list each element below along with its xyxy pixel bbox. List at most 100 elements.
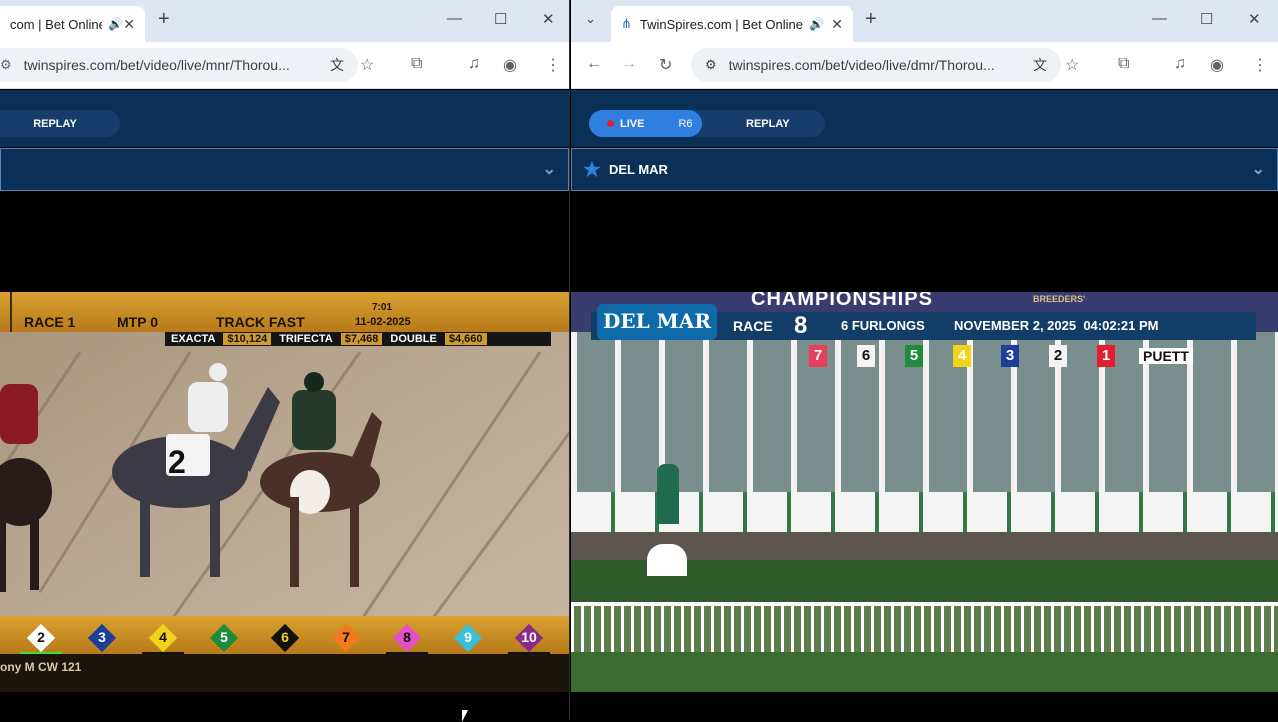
infield-grass	[571, 652, 1278, 692]
program-number-label: 5	[220, 629, 228, 645]
program-number-9: 93	[453, 623, 483, 666]
translate-icon[interactable]: 文	[1033, 55, 1047, 75]
program-number-label: 3	[98, 629, 106, 645]
jockey-2	[188, 363, 228, 432]
url-text: twinspires.com/bet/video/live/dmr/Thorou…	[728, 57, 995, 73]
menu-icon[interactable]: ⋮	[1252, 55, 1268, 75]
replay-button[interactable]: REPLAY	[746, 118, 790, 130]
left-browser-window: com | Bet Online 🔊 ✕ + — ☐ ✕ ⚙ twinspire…	[0, 0, 570, 720]
right-browser-window: ⌄ ⋔ TwinSpires.com | Bet Online 🔊 ✕ + — …	[571, 0, 1278, 720]
media-control-icon[interactable]: ♫	[468, 55, 480, 73]
program-number-8: 8SCR	[386, 623, 428, 666]
gate-number-7: 7	[809, 345, 827, 367]
tab-twinspires-mnr[interactable]: com | Bet Online 🔊 ✕	[0, 6, 145, 42]
new-tab-icon[interactable]: +	[158, 8, 170, 31]
gate-number-1: 1	[1097, 345, 1115, 367]
twinspires-favicon: ⋔	[621, 16, 632, 31]
live-label: LIVE	[620, 117, 645, 130]
track-selector[interactable]: ★ DEL MAR ⌄	[571, 148, 1278, 191]
gate-number-3: 3	[1001, 345, 1019, 367]
gate-number-5: 5	[905, 345, 923, 367]
jockey-left	[0, 384, 38, 444]
race-label: RACE	[733, 318, 773, 334]
extensions-icon[interactable]: ⧉	[1118, 55, 1129, 73]
tab-strip: ⌄ ⋔ TwinSpires.com | Bet Online 🔊 ✕ + — …	[571, 0, 1278, 42]
gate-crew-member	[657, 464, 679, 524]
site-settings-icon[interactable]: ⚙	[0, 57, 12, 73]
video-header: LIVE R6 REPLAY	[571, 90, 1278, 147]
minimize-icon[interactable]: —	[447, 10, 462, 27]
profile-icon[interactable]: ◉	[503, 55, 517, 75]
replay-label: REPLAY	[33, 117, 77, 130]
forward-icon[interactable]: →	[621, 55, 637, 73]
live-dot-icon	[607, 120, 614, 127]
race-badge: R6	[678, 117, 693, 130]
track-selector[interactable]: ⌄	[0, 148, 569, 191]
gate-crew-member	[647, 544, 687, 576]
tab-title: com | Bet Online	[10, 16, 103, 32]
gate-number-4: 4	[953, 345, 971, 367]
speaker-icon[interactable]: 🔊	[809, 17, 824, 31]
address-bar-area: ← → ↻ ⚙ twinspires.com/bet/video/live/dm…	[571, 42, 1278, 89]
menu-icon[interactable]: ⋮	[545, 55, 561, 75]
info-strip-text: ony M CW 121	[0, 660, 82, 674]
favorite-star-icon[interactable]: ★	[583, 157, 601, 182]
close-tab-icon[interactable]: ✕	[123, 16, 135, 33]
horse-left	[0, 458, 52, 592]
close-window-icon[interactable]: ✕	[1248, 10, 1261, 28]
track-name: DEL MAR	[608, 162, 668, 177]
new-tab-icon[interactable]: +	[865, 8, 877, 31]
replay-button[interactable]: REPLAY	[0, 110, 120, 137]
site-settings-icon[interactable]: ⚙	[705, 57, 717, 73]
gate-sign: PUETT	[1139, 348, 1193, 364]
media-control-icon[interactable]: ♫	[1174, 55, 1186, 73]
minimize-icon[interactable]: —	[1152, 10, 1167, 27]
race-datetime: NOVEMBER 2, 2025 04:02:21 PM	[954, 318, 1159, 333]
url-field[interactable]: ⚙ twinspires.com/bet/video/live/dmr/Thor…	[691, 48, 1061, 82]
close-window-icon[interactable]: ✕	[542, 10, 555, 28]
program-number-3: 323	[87, 623, 117, 666]
live-button[interactable]: LIVE R6	[589, 110, 702, 137]
chevron-down-icon[interactable]: ⌄	[1252, 159, 1265, 179]
pony-rider	[292, 372, 336, 450]
tab-strip: com | Bet Online 🔊 ✕ + — ☐ ✕	[0, 0, 569, 42]
speaker-icon[interactable]: 🔊	[108, 17, 123, 31]
url-field[interactable]: ⚙ twinspires.com/bet/video/live/mnr/Thor…	[0, 48, 358, 82]
chevron-down-icon[interactable]: ⌄	[543, 159, 556, 179]
program-number-label: 4	[159, 629, 167, 645]
maximize-icon[interactable]: ☐	[494, 10, 507, 28]
back-icon[interactable]: ←	[586, 55, 602, 73]
bookmark-star-icon[interactable]: ☆	[360, 55, 374, 75]
program-number-label: 7	[342, 629, 350, 645]
live-replay-toggle: LIVE R6 REPLAY	[589, 110, 825, 137]
gate-number-6: 6	[857, 345, 875, 367]
bookmark-star-icon[interactable]: ☆	[1065, 55, 1079, 75]
extensions-icon[interactable]: ⧉	[411, 55, 422, 73]
address-bar-area: ⚙ twinspires.com/bet/video/live/mnr/Thor…	[0, 42, 569, 89]
close-tab-icon[interactable]: ✕	[831, 16, 843, 33]
program-number-6: 623	[270, 623, 300, 666]
profile-icon[interactable]: ◉	[1210, 55, 1224, 75]
url-text: twinspires.com/bet/video/live/mnr/Thorou…	[23, 57, 290, 73]
sponsor-sign: BREEDERS'	[1033, 294, 1086, 304]
program-number-2: 24-5	[20, 623, 62, 666]
gate-number-2: 2	[1049, 345, 1067, 367]
program-number-label: 2	[37, 629, 45, 645]
info-strip: ony M CW 121	[0, 654, 569, 692]
race-number: 8	[794, 312, 808, 339]
race-video-mnr[interactable]: RACE 1 MTP 0 TRACK FAST 7:01 11-02-2025 …	[0, 292, 569, 692]
program-number-label: 10	[521, 629, 537, 645]
program-number-label: 9	[464, 629, 472, 645]
tab-search-icon[interactable]: ⌄	[585, 11, 596, 27]
maximize-icon[interactable]: ☐	[1200, 10, 1213, 28]
race-video-dmr[interactable]: CHAMPIONSHIPS BREEDERS' PUETT 7 6 5 4 3 2 1 DE…	[571, 292, 1278, 692]
championships-sign: CHAMPIONSHIPS	[751, 292, 933, 310]
tab-twinspires-dmr[interactable]: ⋔ TwinSpires.com | Bet Online 🔊 ✕	[611, 6, 853, 42]
mouse-cursor	[462, 710, 474, 722]
translate-icon[interactable]: 文	[330, 55, 344, 75]
program-number-label: 8	[403, 629, 411, 645]
video-header: REPLAY	[0, 90, 569, 147]
program-number-4: 4SCR	[142, 623, 184, 666]
program-number-label: 6	[281, 629, 289, 645]
reload-icon[interactable]: ↻	[659, 55, 672, 75]
